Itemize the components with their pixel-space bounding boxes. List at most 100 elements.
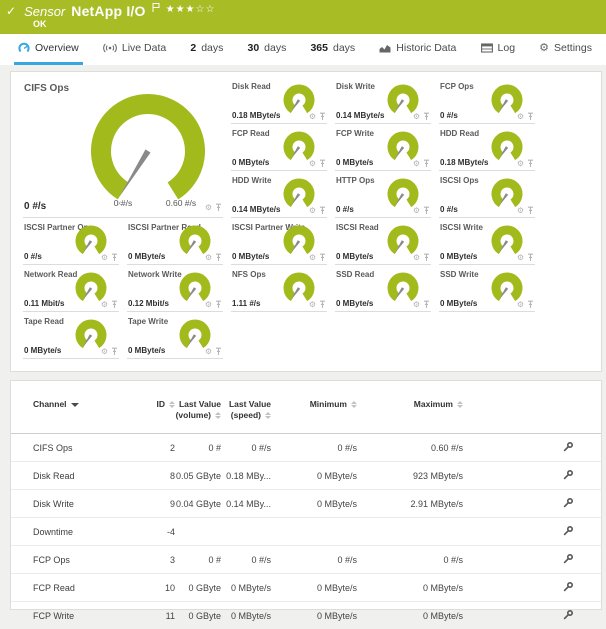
sort-toggle-icon[interactable] [351, 401, 357, 408]
tab-label: Live Data [122, 42, 166, 54]
gauge-tile-iscsi-partner-write[interactable]: ISCSI Partner Write 0 MByte/s ⚙ [231, 221, 327, 265]
tab-live-data[interactable]: Live Data [99, 34, 170, 65]
gear-icon[interactable]: ⚙ [413, 254, 420, 262]
gauge-tile-ssd-write[interactable]: SSD Write 0 MByte/s ⚙ [439, 268, 535, 312]
gauge-tile-disk-write[interactable]: Disk Write 0.14 MByte/s ⚙ [335, 80, 431, 124]
edit-channel-wrench-icon[interactable] [563, 497, 574, 508]
gear-icon[interactable]: ⚙ [309, 207, 316, 215]
pin-icon[interactable] [215, 300, 222, 309]
pin-icon[interactable] [423, 159, 430, 168]
gear-icon[interactable]: ⚙ [309, 113, 316, 121]
gauge-tile-nfs-ops[interactable]: NFS Ops 1.11 #/s ⚙ [231, 268, 327, 312]
gauge-tile-iscsi-partner-ops[interactable]: ISCSI Partner Ops 0 #/s ⚙ [23, 221, 119, 265]
gauge-tile-disk-read[interactable]: Disk Read 0.18 MByte/s ⚙ [231, 80, 327, 124]
gauge-tile-iscsi-ops[interactable]: ISCSI Ops 0 #/s ⚙ [439, 174, 535, 218]
gear-icon[interactable]: ⚙ [309, 160, 316, 168]
pin-icon[interactable] [423, 206, 430, 215]
sort-toggle-icon[interactable] [215, 412, 221, 419]
tab-settings[interactable]: ⚙Settings [535, 34, 596, 65]
pin-icon[interactable] [527, 159, 534, 168]
gauge-tile-fcp-write[interactable]: FCP Write 0 MByte/s ⚙ [335, 127, 431, 171]
pin-icon[interactable] [527, 253, 534, 262]
edit-channel-wrench-icon[interactable] [563, 609, 574, 620]
gear-icon[interactable]: ⚙ [101, 301, 108, 309]
sort-direction-icon[interactable] [71, 403, 79, 407]
tab-historic-data[interactable]: Historic Data [375, 34, 460, 65]
pin-icon[interactable] [111, 347, 118, 356]
edit-channel-wrench-icon[interactable] [563, 581, 574, 592]
gauge-tile-ssd-read[interactable]: SSD Read 0 MByte/s ⚙ [335, 268, 431, 312]
gear-icon[interactable]: ⚙ [413, 160, 420, 168]
column-header-maximum[interactable]: Maximum [357, 391, 463, 434]
gauge-tile-cifs-ops[interactable]: CIFS Ops x 0 #/s 0.60 #/s 0 #/s ⚙ [23, 80, 223, 218]
gauge-tile-fcp-ops[interactable]: FCP Ops 0 #/s ⚙ [439, 80, 535, 124]
gear-icon[interactable]: ⚙ [517, 160, 524, 168]
gear-icon[interactable]: ⚙ [205, 254, 212, 262]
gauge-tile-fcp-read[interactable]: FCP Read 0 MByte/s ⚙ [231, 127, 327, 171]
gear-icon[interactable]: ⚙ [101, 348, 108, 356]
tab-log[interactable]: Log [477, 34, 520, 65]
pin-icon[interactable] [215, 347, 222, 356]
column-header-last-value-volume-[interactable]: Last Value (volume) [175, 391, 221, 434]
edit-channel-wrench-icon[interactable] [563, 441, 574, 452]
pin-icon[interactable] [527, 112, 534, 121]
pin-icon[interactable] [215, 253, 222, 262]
gear-icon[interactable]: ⚙ [205, 348, 212, 356]
gauge-tile-tape-write[interactable]: Tape Write 0 MByte/s ⚙ [127, 315, 223, 359]
pin-icon[interactable] [527, 300, 534, 309]
gauge-tile-iscsi-write[interactable]: ISCSI Write 0 MByte/s ⚙ [439, 221, 535, 265]
gear-icon[interactable]: ⚙ [517, 113, 524, 121]
channel-id-value: 2 [141, 434, 175, 462]
edit-channel-wrench-icon[interactable] [563, 469, 574, 480]
pin-icon[interactable] [423, 253, 430, 262]
column-header-id[interactable]: ID [141, 391, 175, 434]
edit-channel-wrench-icon[interactable] [563, 525, 574, 536]
tab-days[interactable]: 365days [306, 34, 359, 65]
pin-icon[interactable] [111, 253, 118, 262]
channel-min-value: 0 MByte/s [271, 602, 357, 629]
gear-icon[interactable]: ⚙ [205, 301, 212, 309]
pin-icon[interactable] [215, 203, 222, 212]
pin-icon[interactable] [527, 206, 534, 215]
gear-icon[interactable]: ⚙ [205, 204, 212, 212]
sort-toggle-icon[interactable] [265, 412, 271, 419]
flag-icon[interactable] [152, 0, 160, 15]
channel-min-value: 0 #/s [271, 434, 357, 462]
gauge-tile-iscsi-read[interactable]: ISCSI Read 0 MByte/s ⚙ [335, 221, 431, 265]
sort-toggle-icon[interactable] [457, 401, 463, 408]
pin-icon[interactable] [319, 206, 326, 215]
pin-icon[interactable] [319, 112, 326, 121]
gauge-tile-tape-read[interactable]: Tape Read 0 MByte/s ⚙ [23, 315, 119, 359]
sort-toggle-icon[interactable] [169, 401, 175, 408]
column-header-minimum[interactable]: Minimum [271, 391, 357, 434]
gear-icon[interactable]: ⚙ [517, 207, 524, 215]
tab-days[interactable]: 30days [243, 34, 290, 65]
tab-overview[interactable]: Overview [14, 34, 83, 65]
gauge-tile-hdd-read[interactable]: HDD Read 0.18 MByte/s ⚙ [439, 127, 535, 171]
gauge-tile-http-ops[interactable]: HTTP Ops 0 #/s ⚙ [335, 174, 431, 218]
tab-label: days [264, 42, 286, 54]
gear-icon[interactable]: ⚙ [101, 254, 108, 262]
pin-icon[interactable] [111, 300, 118, 309]
gear-icon[interactable]: ⚙ [413, 301, 420, 309]
gauge-tile-network-read[interactable]: Network Read 0.11 Mbit/s ⚙ [23, 268, 119, 312]
gear-icon[interactable]: ⚙ [309, 301, 316, 309]
pin-icon[interactable] [423, 300, 430, 309]
priority-stars[interactable]: ★★★☆☆ [166, 2, 216, 17]
column-header-channel[interactable]: Channel [11, 391, 141, 434]
gear-icon[interactable]: ⚙ [517, 254, 524, 262]
pin-icon[interactable] [423, 112, 430, 121]
pin-icon[interactable] [319, 253, 326, 262]
pin-icon[interactable] [319, 159, 326, 168]
gear-icon[interactable]: ⚙ [309, 254, 316, 262]
gear-icon[interactable]: ⚙ [517, 301, 524, 309]
tab-days[interactable]: 2days [186, 34, 227, 65]
edit-channel-wrench-icon[interactable] [563, 553, 574, 564]
pin-icon[interactable] [319, 300, 326, 309]
gauge-tile-hdd-write[interactable]: HDD Write 0.14 MByte/s ⚙ [231, 174, 327, 218]
gear-icon[interactable]: ⚙ [413, 113, 420, 121]
gear-icon[interactable]: ⚙ [413, 207, 420, 215]
gauge-tile-network-write[interactable]: Network Write 0.12 Mbit/s ⚙ [127, 268, 223, 312]
gauge-tile-iscsi-partner-read[interactable]: ISCSI Partner Read 0 MByte/s ⚙ [127, 221, 223, 265]
column-header-last-value-speed-[interactable]: Last Value (speed) [221, 391, 271, 434]
